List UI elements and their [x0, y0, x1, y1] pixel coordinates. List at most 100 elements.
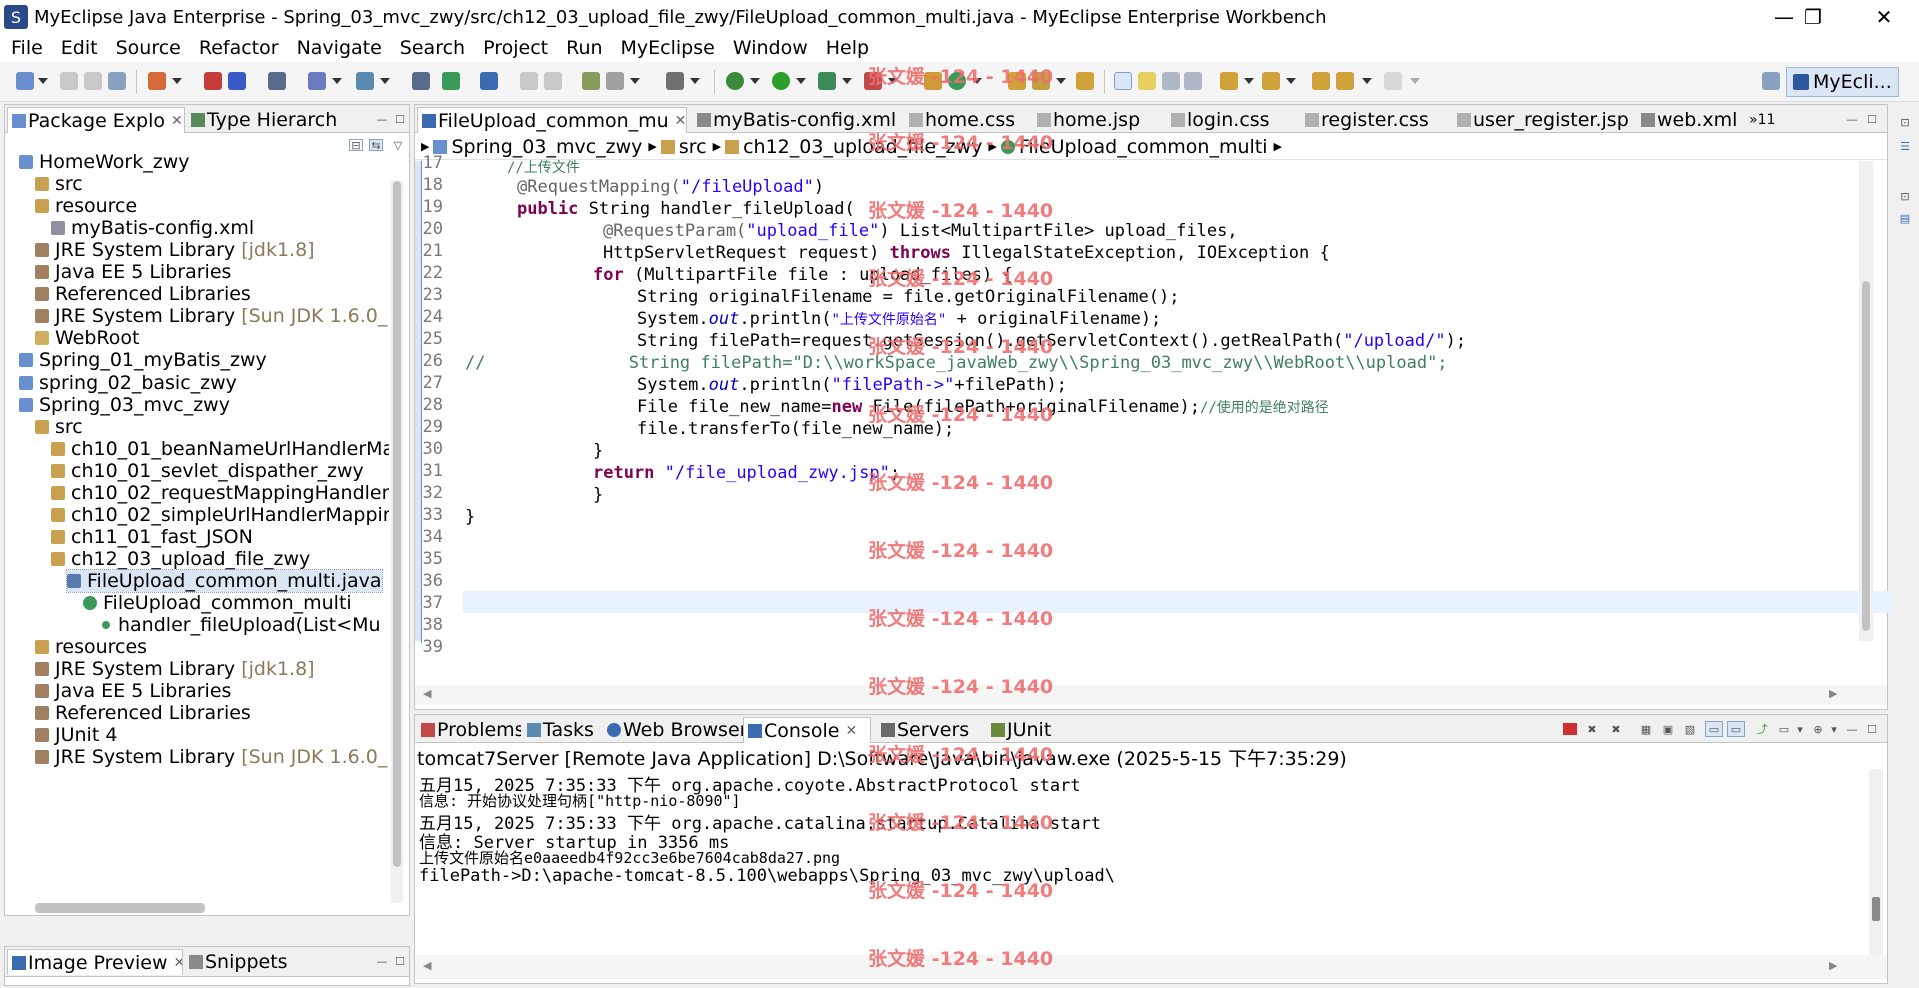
word-wrap-icon[interactable]: ▧	[1683, 723, 1697, 736]
tree-item[interactable]: handler_fileUpload(List<Mu	[99, 614, 381, 636]
back-dropdown-icon[interactable]	[1362, 78, 1372, 84]
breadcrumb-class[interactable]: FileUpload_common_multi	[1019, 136, 1268, 158]
tree-item[interactable]: FileUpload_common_multi	[83, 592, 352, 614]
editor-horizontal-scrollbar[interactable]: ◀ ▶	[415, 685, 1887, 705]
scroll-left-icon[interactable]: ◀	[423, 959, 431, 972]
terminal-dropdown-icon[interactable]	[690, 78, 700, 84]
tab-problems[interactable]: Problems	[417, 717, 521, 743]
scroll-lock-icon[interactable]: ▣	[1661, 723, 1675, 736]
menu-window[interactable]: Window	[733, 37, 808, 59]
editor-vertical-scrollbar[interactable]	[1859, 161, 1873, 641]
open-console-icon[interactable]: ⊕	[1811, 723, 1825, 736]
tree-item[interactable]: HomeWork_zwy	[19, 151, 189, 173]
server-icon[interactable]	[228, 72, 246, 90]
tab-web-browser[interactable]: Web Browser	[603, 717, 743, 743]
terminal-icon[interactable]	[666, 72, 684, 90]
tree-vertical-scrollbar[interactable]	[391, 181, 403, 903]
tree-item[interactable]: Java EE 5 Libraries	[35, 261, 231, 283]
close-icon[interactable]: ✕	[675, 113, 686, 129]
scroll-right-icon[interactable]: ▶	[1829, 959, 1837, 972]
tab-tasks[interactable]: Tasks	[523, 717, 603, 743]
debug-run-dropdown-icon[interactable]	[750, 78, 760, 84]
back-history-icon[interactable]	[520, 72, 538, 90]
editor-tab-home-css[interactable]: home.css	[905, 107, 1031, 133]
debug-run-icon[interactable]	[726, 72, 744, 90]
tree-item[interactable]: Spring_01_myBatis_zwy	[19, 349, 267, 371]
tree-item[interactable]: JRE System Library [jdk1.8]	[35, 239, 315, 261]
edit-dropdown-icon[interactable]	[1056, 78, 1066, 84]
next-annotation-dropdown-icon[interactable]	[1244, 78, 1254, 84]
tree-item[interactable]: src	[35, 173, 83, 195]
external-tools-icon[interactable]	[818, 72, 836, 90]
save-all-icon[interactable]	[84, 72, 102, 90]
properties-view-icon[interactable]: ▤	[1898, 212, 1912, 225]
close-icon[interactable]: ✕	[845, 723, 857, 739]
tree-item[interactable]: ch12_03_upload_file_zwy	[51, 548, 310, 570]
open-type-dropdown-icon[interactable]	[332, 78, 342, 84]
synchronize-icon[interactable]	[606, 72, 624, 90]
run-icon[interactable]	[772, 72, 790, 90]
tree-item[interactable]: ch11_01_fast_JSON	[51, 526, 253, 548]
maximize-editor-icon[interactable]: ☐	[1865, 113, 1879, 126]
next-annotation-icon[interactable]	[1220, 72, 1238, 90]
tree-item[interactable]: myBatis-config.xml	[51, 217, 254, 239]
show-console-on-stdout-icon[interactable]: ▭	[1705, 721, 1723, 737]
open-console-dropdown-icon[interactable]: ▾	[1827, 723, 1841, 736]
external-tools-dropdown-icon[interactable]	[842, 78, 852, 84]
open-type-icon[interactable]	[308, 72, 326, 90]
view-menu-icon[interactable]: ▽	[391, 139, 405, 152]
search-dropdown-icon[interactable]	[380, 78, 390, 84]
forward-history-icon[interactable]	[544, 72, 562, 90]
back-icon[interactable]	[1336, 72, 1354, 90]
editor-tab-register-css[interactable]: register.css	[1301, 107, 1447, 133]
run-dropdown-icon[interactable]	[796, 78, 806, 84]
tree-horizontal-scroll-thumb[interactable]	[35, 903, 205, 913]
editor-tab-overflow[interactable]: »11	[1745, 107, 1785, 133]
tree-item[interactable]: resources	[35, 636, 147, 658]
toggle-mark-occurrences-icon[interactable]	[1114, 72, 1132, 90]
menu-help[interactable]: Help	[826, 37, 869, 59]
console-vertical-scrollbar[interactable]	[1869, 769, 1883, 955]
close-icon[interactable]: ✕	[174, 955, 182, 971]
tree-item[interactable]: ch10_01_sevlet_dispather_zwy	[51, 460, 364, 482]
menu-navigate[interactable]: Navigate	[297, 37, 382, 59]
editor-tab-fileupload[interactable]: FileUpload_common_mu ✕	[417, 107, 687, 133]
tab-junit[interactable]: JUnit	[987, 717, 1073, 743]
run-server-icon[interactable]	[442, 72, 460, 90]
menu-refactor[interactable]: Refactor	[199, 37, 279, 59]
menu-edit[interactable]: Edit	[61, 37, 98, 59]
editor-tab-login-css[interactable]: login.css	[1167, 107, 1297, 133]
outline-view-icon[interactable]: ☰	[1898, 140, 1912, 153]
breadcrumb-project[interactable]: Spring_03_mvc_zwy	[451, 136, 642, 158]
menu-source[interactable]: Source	[116, 37, 181, 59]
tree-item[interactable]: spring_02_basic_zwy	[19, 372, 237, 394]
close-button[interactable]: ✕	[1855, 0, 1913, 34]
tree-item[interactable]: resource	[35, 195, 137, 217]
block-selection-icon[interactable]	[1162, 72, 1180, 90]
editor-tab-home-jsp[interactable]: home.jsp	[1033, 107, 1163, 133]
tree-item[interactable]: JUnit 4	[35, 724, 117, 746]
web-icon[interactable]	[412, 72, 430, 90]
stop-dropdown-icon[interactable]	[888, 78, 898, 84]
menu-project[interactable]: Project	[483, 37, 548, 59]
display-selected-console-icon[interactable]: ▭	[1777, 723, 1791, 736]
maximize-button[interactable]: ❐	[1783, 0, 1843, 34]
console-output[interactable]: 五月15, 2025 7:35:33 下午 org.apache.coyote.…	[415, 769, 1855, 949]
deploy-icon[interactable]	[204, 72, 222, 90]
stop-icon[interactable]	[864, 72, 882, 90]
display-console-dropdown-icon[interactable]: ▾	[1793, 723, 1807, 736]
highlight-icon[interactable]	[1138, 72, 1156, 90]
maximize-view-icon[interactable]: ☐	[393, 955, 407, 968]
forward-icon[interactable]	[1384, 72, 1402, 90]
new-project-icon[interactable]	[148, 72, 166, 90]
menu-run[interactable]: Run	[566, 37, 602, 59]
tree-item[interactable]: src	[35, 416, 83, 438]
maximize-view-icon[interactable]: ☐	[393, 113, 407, 126]
browser-icon[interactable]	[480, 72, 498, 90]
print-icon[interactable]	[108, 72, 126, 90]
new-icon[interactable]	[16, 72, 34, 90]
terminate-icon[interactable]	[1563, 723, 1577, 735]
clear-console-icon[interactable]: ▦	[1639, 723, 1653, 736]
show-whitespace-icon[interactable]	[1184, 72, 1202, 90]
open-perspective-icon[interactable]	[1762, 72, 1780, 90]
